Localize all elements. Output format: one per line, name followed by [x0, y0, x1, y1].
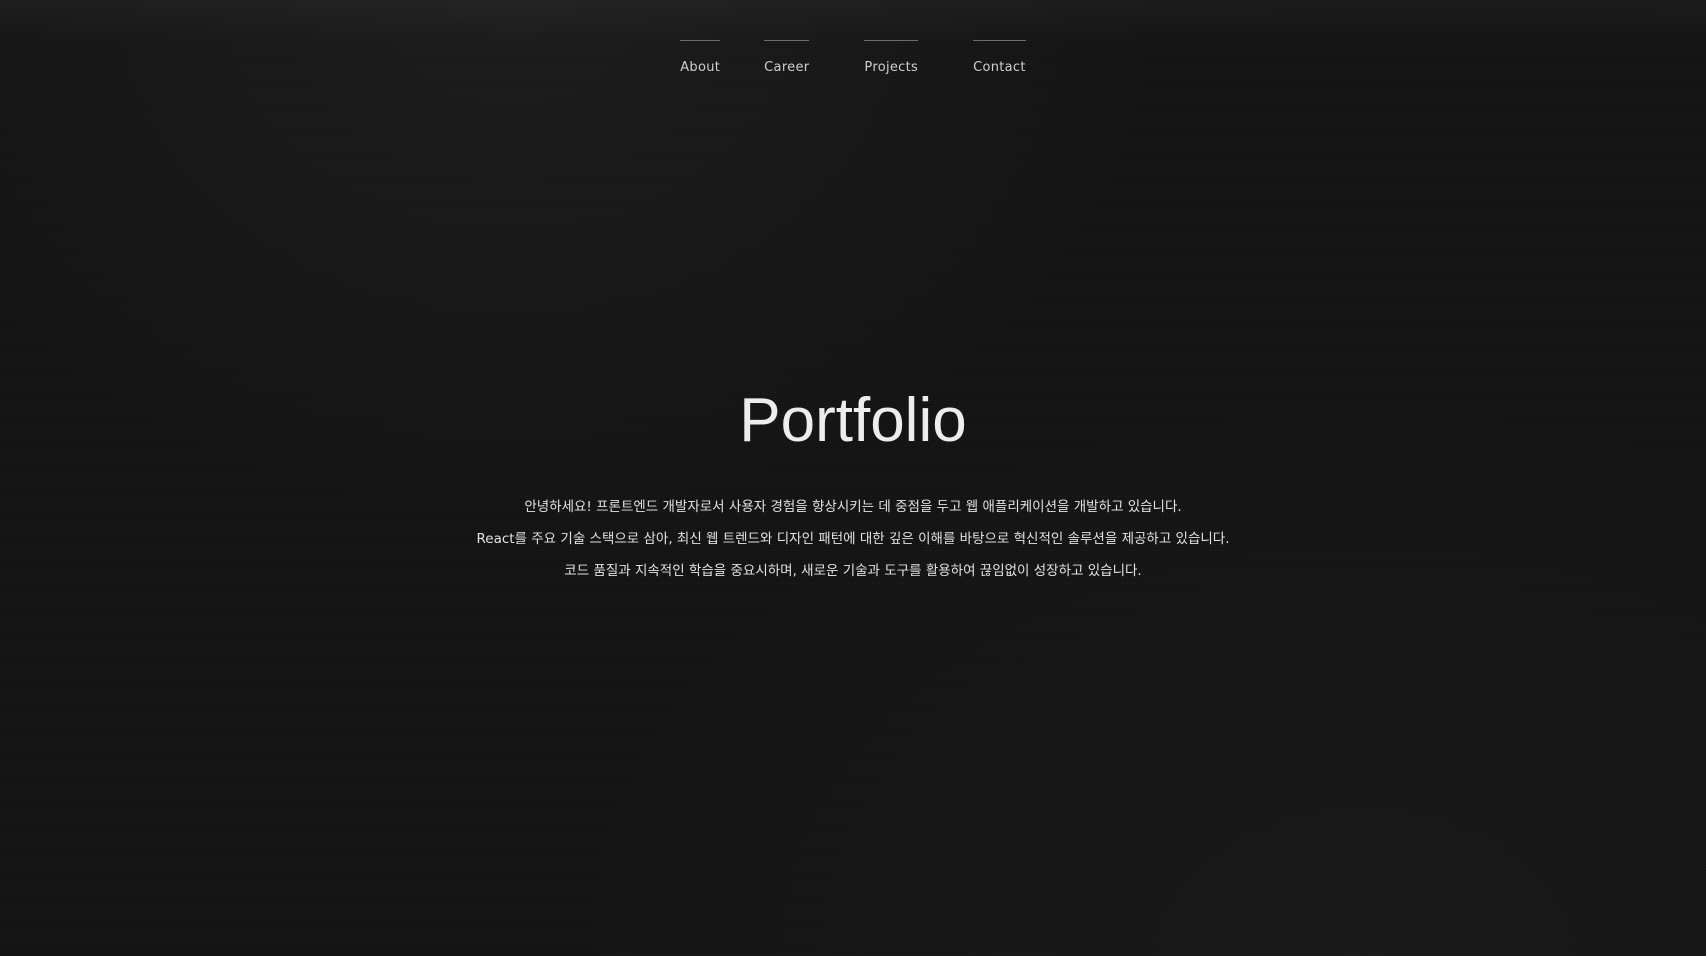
- nav-item-contact[interactable]: Contact: [973, 40, 1026, 75]
- intro-line: 코드 품질과 지속적인 학습을 중요시하며, 새로운 기술과 도구를 활용하여 …: [564, 563, 1142, 579]
- intro-text: 안녕하세요! 프론트엔드 개발자로서 사용자 경험을 향상시키는 데 중점을 두…: [0, 491, 1706, 587]
- nav-item-about[interactable]: About: [680, 40, 721, 75]
- intro-line: React를 주요 기술 스택으로 삼아, 최신 웹 트렌드와 디자인 패턴에 …: [476, 531, 1230, 547]
- intro-line: 안녕하세요! 프론트엔드 개발자로서 사용자 경험을 향상시키는 데 중점을 두…: [524, 499, 1182, 515]
- nav-item-projects[interactable]: Projects: [864, 40, 918, 75]
- top-nav: About Career Projects Contact: [0, 40, 1706, 75]
- top-band: [0, 0, 1706, 44]
- hero-section: Portfolio 안녕하세요! 프론트엔드 개발자로서 사용자 경험을 향상시…: [0, 385, 1706, 587]
- nav-item-career[interactable]: Career: [764, 40, 810, 75]
- page-title: Portfolio: [739, 386, 967, 455]
